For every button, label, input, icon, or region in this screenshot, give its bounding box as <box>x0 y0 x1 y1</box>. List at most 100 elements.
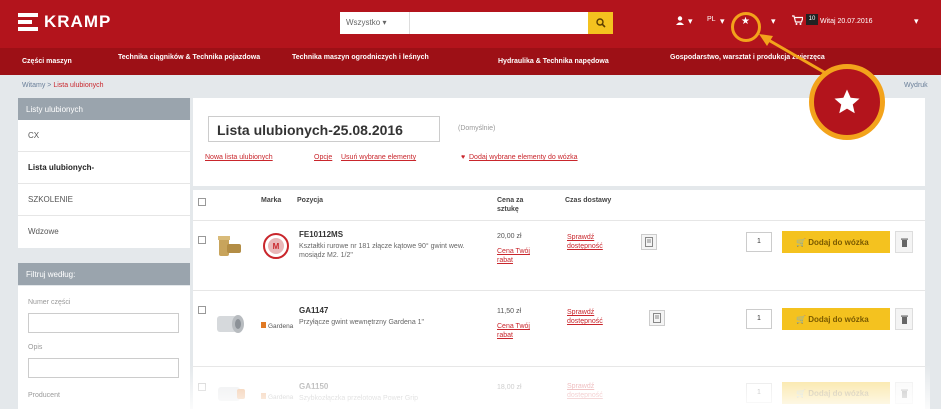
svg-text:Gardena: Gardena <box>268 394 294 400</box>
add-selected-to-cart-link[interactable]: Dodaj wybrane elementy do wózka <box>469 154 578 161</box>
add-to-cart-label: Dodaj do wózka <box>808 238 869 247</box>
row-divider <box>193 220 925 221</box>
add-to-cart-button[interactable]: 🛒 Dodaj do wózka <box>782 308 890 330</box>
search-button[interactable] <box>588 12 613 34</box>
remove-selected-link[interactable]: Usuń wybrane elementy <box>341 154 416 161</box>
options-link[interactable]: Opcje <box>314 154 332 161</box>
unit-price: 20,00 zł <box>497 233 522 240</box>
breadcrumb-current: Lista ulubionych <box>53 82 104 89</box>
language-select[interactable]: PL <box>707 16 716 23</box>
part-description: Kształtki rurowe nr 181 złącze kątowe 90… <box>299 243 465 259</box>
cart-icon: 🛒 <box>796 238 806 247</box>
unit-price: 11,50 zł <box>497 308 521 315</box>
note-button[interactable] <box>641 234 657 250</box>
row-checkbox[interactable] <box>198 306 206 314</box>
add-to-cart-button[interactable]: 🛒 Dodaj do wózka <box>782 382 890 404</box>
list-item-szkolenie[interactable]: SZKOLENIE <box>18 184 190 216</box>
list-title-field[interactable]: Lista ulubionych-25.08.2016 <box>208 116 440 142</box>
default-tag: (Domyślnie) <box>458 125 496 132</box>
search-category-select[interactable]: Wszystko ▾ <box>340 12 410 34</box>
search-input[interactable] <box>410 12 588 34</box>
quantity-input[interactable]: 1 <box>746 309 772 329</box>
filter-label-producer: Producent <box>28 392 60 399</box>
header-brand: Marka <box>261 197 282 204</box>
trash-icon <box>900 389 908 398</box>
add-to-cart-label: Dodaj do wózka <box>808 315 869 324</box>
quantity-input[interactable]: 1 <box>746 232 772 252</box>
unit-price: 18,00 zł <box>497 384 522 391</box>
brand-logo-round: M <box>263 233 289 259</box>
product-image-brass-elbow[interactable] <box>215 232 245 262</box>
list-item-wdzowe[interactable]: Wdzowe <box>18 216 190 248</box>
delete-row-button[interactable] <box>895 308 913 330</box>
welcome-text[interactable]: Witaj 20.07.2016 <box>820 18 873 25</box>
user-dropdown-chevron-icon[interactable]: ▾ <box>688 16 693 27</box>
filter-panel: Numer części Opis Producent <box>18 286 190 409</box>
favorites-callout-badge <box>809 64 885 140</box>
product-image-quick-connector[interactable] <box>215 382 247 404</box>
part-description: Szybkozłączka przelotowa Power Grip <box>299 395 419 402</box>
favorites-table: Marka Pozycja Cena za sztukę Czas dostaw… <box>193 190 925 409</box>
trash-icon <box>900 315 908 324</box>
svg-text:Gardena: Gardena <box>268 323 294 329</box>
note-button[interactable] <box>649 310 665 326</box>
price-discount-link[interactable]: Cena Twój rabat <box>497 247 537 265</box>
product-image-connector[interactable] <box>213 310 247 338</box>
delete-row-button[interactable] <box>895 382 913 404</box>
check-availability-link[interactable]: Sprawdź dostępność <box>567 382 607 400</box>
search-bar: Wszystko ▾ <box>340 12 613 34</box>
row-divider <box>193 366 925 367</box>
cart-icon[interactable] <box>792 15 804 27</box>
select-all-checkbox[interactable] <box>198 198 206 206</box>
language-chevron-icon[interactable]: ▾ <box>720 16 725 27</box>
document-icon <box>653 313 661 323</box>
list-item-cx[interactable]: CX <box>18 120 190 152</box>
description-input[interactable] <box>28 358 179 378</box>
star-icon <box>834 89 860 114</box>
part-number[interactable]: FE10112MS <box>299 230 343 239</box>
filter-label-description: Opis <box>28 344 43 351</box>
row-checkbox[interactable] <box>198 236 206 244</box>
check-availability-link[interactable]: Sprawdź dostępność <box>567 308 607 326</box>
svg-text:M: M <box>273 242 280 251</box>
price-discount-link[interactable]: Cena Twój rabat <box>497 322 537 340</box>
search-icon <box>595 18 606 28</box>
row-checkbox[interactable] <box>198 383 206 391</box>
cart-icon: 🛒 <box>796 315 806 324</box>
favorites-star-icon[interactable]: ★ <box>741 16 750 27</box>
nav-item-parts[interactable]: Części maszyn <box>22 57 112 66</box>
quantity-input[interactable]: 1 <box>746 383 772 403</box>
part-number-input[interactable] <box>28 313 179 333</box>
header-delivery: Czas dostawy <box>565 197 612 204</box>
header-price: Cena za sztukę <box>497 197 524 213</box>
filter-label-part-number: Numer części <box>28 299 71 306</box>
part-number[interactable]: GA1147 <box>299 306 328 315</box>
print-link[interactable]: Wydruk <box>904 82 928 89</box>
favorite-lists: CX Lista ulubionych- SZKOLENIE Wdzowe <box>18 120 190 248</box>
nav-item-tractor[interactable]: Technika ciągników & Technika pojazdowa <box>118 53 268 62</box>
favorites-chevron-icon[interactable]: ▾ <box>771 16 776 27</box>
user-icon[interactable] <box>676 16 684 27</box>
new-list-link[interactable]: Nowa lista ulubionych <box>205 154 273 161</box>
favorite-lists-heading: Listy ulubionych <box>18 98 190 120</box>
kramp-logo[interactable]: KRAMP <box>18 10 111 34</box>
row-divider <box>193 290 925 291</box>
breadcrumb-home[interactable]: Witamy <box>22 82 45 89</box>
kramp-logo-mark <box>18 13 38 31</box>
filter-heading: Filtruj według: <box>18 263 190 285</box>
part-number[interactable]: GA1150 <box>299 382 328 391</box>
brand-logo-gardena: Gardena <box>261 393 294 400</box>
nav-item-hydraulics[interactable]: Hydraulika & Technika napędowa <box>498 57 658 66</box>
nav-item-garden[interactable]: Technika maszyn ogrodniczych i leśnych <box>292 53 462 62</box>
account-chevron-icon[interactable]: ▾ <box>914 16 919 27</box>
check-availability-link[interactable]: Sprawdź dostępność <box>567 233 607 251</box>
trash-icon <box>900 238 908 247</box>
list-item-current[interactable]: Lista ulubionych- <box>18 152 190 184</box>
header-item: Pozycja <box>297 197 324 204</box>
delete-row-button[interactable] <box>895 231 913 253</box>
add-to-cart-label: Dodaj do wózka <box>808 389 869 398</box>
logo-text: KRAMP <box>44 12 112 31</box>
part-description: Przyłącze gwint wewnętrzny Gardena 1" <box>299 319 425 326</box>
cart-icon: 🛒 <box>796 389 806 398</box>
add-to-cart-button[interactable]: 🛒 Dodaj do wózka <box>782 231 890 253</box>
